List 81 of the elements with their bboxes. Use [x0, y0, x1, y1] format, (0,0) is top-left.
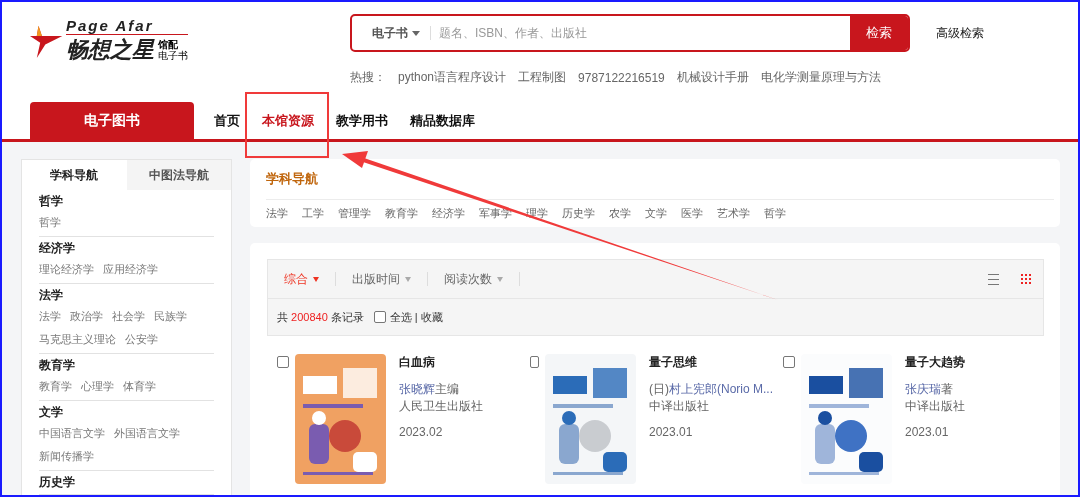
checkbox[interactable] [373, 311, 386, 323]
caret-icon [412, 30, 420, 36]
subject-link[interactable]: 工学 [302, 205, 324, 221]
publish-date: 2023.01 [905, 424, 950, 441]
subcategory-link[interactable]: 公安学 [125, 328, 158, 351]
subcategory-link[interactable]: 新闻传播学 [39, 445, 94, 468]
grid-view-icon[interactable] [1021, 274, 1031, 284]
logo-tagline: Page Afar [66, 18, 188, 35]
checkbox[interactable] [530, 356, 539, 368]
hot-search-link[interactable]: 电化学测量原理与方法 [760, 69, 881, 86]
subject-link[interactable]: 历史学 [562, 205, 595, 221]
list-view-icon[interactable] [988, 272, 999, 286]
down-arrow-icon [497, 276, 503, 282]
book-title[interactable]: 量子思维 [649, 354, 773, 371]
subject-link[interactable]: 哲学 [764, 205, 786, 221]
subcategory-link[interactable]: 心理学 [81, 375, 114, 398]
subcategory-link[interactable]: 体育学 [123, 375, 156, 398]
subcategory-link[interactable]: 法学 [39, 305, 61, 328]
select-all-link[interactable]: 全选 [389, 309, 412, 325]
subcategory-link[interactable]: 社会学 [112, 305, 145, 328]
nav-link[interactable]: 首页 [214, 111, 240, 130]
subject-link[interactable]: 艺术学 [717, 205, 750, 221]
hot-search-link[interactable]: 工程制图 [518, 69, 567, 86]
nav-link[interactable]: 本馆资源 [262, 111, 314, 130]
sidebar-tab[interactable]: 中图法导航 [126, 160, 231, 190]
book-title[interactable]: 白血病 [399, 354, 483, 371]
subcategory-link[interactable]: 政治学 [70, 305, 103, 328]
hot-search-link[interactable]: 机械设计手册 [676, 69, 749, 86]
subcategory-link[interactable]: 中国语言文学 [39, 422, 105, 445]
category-tab[interactable]: 电子图书 [30, 102, 194, 139]
subcategory-link[interactable]: 教育学 [39, 375, 72, 398]
subcategory-link[interactable]: 哲学 [39, 211, 61, 234]
logo-name: 畅想之星 [66, 36, 154, 64]
hot-search-label: 热搜： [350, 69, 386, 86]
favorite-link[interactable]: 收藏 [420, 309, 443, 325]
category-heading[interactable]: 法学 [39, 285, 214, 305]
subject-link[interactable]: 农学 [609, 205, 631, 221]
separator: | [414, 311, 418, 323]
down-arrow-icon [313, 276, 319, 282]
subject-link[interactable]: 文学 [645, 205, 667, 221]
sort-option[interactable]: 阅读次数 [428, 272, 520, 286]
subject-link[interactable]: 教育学 [385, 205, 418, 221]
checkbox[interactable] [277, 356, 289, 368]
category-heading[interactable]: 教育学 [39, 355, 214, 375]
subcategory-link[interactable]: 外国语言文学 [114, 422, 180, 445]
subject-link[interactable]: 医学 [681, 205, 703, 221]
subcategory-link[interactable]: 民族学 [154, 305, 187, 328]
sort-option[interactable]: 综合 [268, 272, 336, 286]
book-author: (日)村上宪郎(Norio M... [649, 381, 773, 398]
publisher: 中译出版社 [905, 398, 965, 415]
subcategory-link[interactable]: 马克思主义理论 [39, 328, 116, 351]
category-heading[interactable]: 文学 [39, 402, 214, 422]
subcategory-link[interactable]: 应用经济学 [103, 258, 158, 281]
checkbox[interactable] [783, 356, 795, 368]
scope-dropdown[interactable]: 电子书 [352, 26, 431, 40]
book-title[interactable]: 量子大趋势 [905, 354, 965, 371]
search-button[interactable]: 检索 [850, 16, 908, 50]
subject-link[interactable]: 法学 [266, 205, 288, 221]
hot-search-link[interactable]: 9787122216519 [578, 70, 665, 85]
advanced-search-link[interactable]: 高级检索 [936, 24, 984, 42]
publish-date: 2023.02 [399, 424, 444, 441]
hot-search-link[interactable]: python语言程序设计 [398, 69, 507, 86]
book-author: 张晓辉主编 [399, 381, 460, 398]
subject-link[interactable]: 经济学 [432, 205, 465, 221]
publisher: 中译出版社 [649, 398, 710, 415]
record-count: 共 200840 条记录 [277, 309, 364, 325]
sort-option[interactable]: 出版时间 [336, 272, 428, 286]
book-author: 张庆瑞著 [905, 381, 954, 398]
publisher: 人民卫生出版社 [399, 398, 483, 415]
search-field[interactable]: 电子书 题名、ISBN、作者、出版社 检索 [350, 14, 910, 52]
publish-date: 2023.01 [649, 424, 694, 441]
subject-link[interactable]: 管理学 [338, 205, 371, 221]
nav-link[interactable]: 精品数据库 [410, 111, 475, 130]
down-arrow-icon [405, 276, 411, 282]
category-heading[interactable]: 经济学 [39, 238, 214, 258]
subcategory-link[interactable]: 理论经济学 [39, 258, 94, 281]
category-heading[interactable]: 哲学 [39, 191, 214, 211]
logo-label: 电子书 [158, 50, 188, 61]
category-heading[interactable]: 历史学 [39, 472, 214, 492]
logo-label: 馆配 [158, 39, 178, 50]
nav-link[interactable]: 教学用书 [336, 111, 388, 130]
